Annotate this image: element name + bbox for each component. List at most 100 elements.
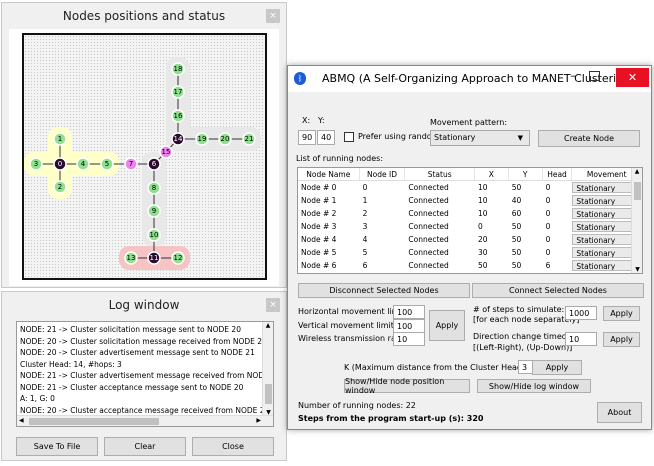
- log-vscrollbar[interactable]: ▲ ▼: [262, 322, 273, 416]
- column-header[interactable]: Node ID: [360, 168, 406, 180]
- table-row[interactable]: Node # 55Connected30500Stationary▼: [298, 246, 642, 259]
- prefer-random-label: Prefer using random: [358, 132, 440, 141]
- node-16[interactable]: 16: [171, 109, 185, 123]
- node-11[interactable]: 11: [147, 251, 161, 265]
- node-label: 12: [174, 254, 183, 262]
- connect-nodes-button[interactable]: Connect Selected Nodes: [472, 283, 644, 298]
- graph-canvas: 0123 4 5 7 689101113 12151416171819 20 21: [22, 33, 267, 280]
- node-13[interactable]: 13: [124, 251, 138, 265]
- log-titlebar: Log window ×: [2, 292, 286, 318]
- node-1[interactable]: 1: [53, 132, 67, 146]
- table-cell: 50: [511, 235, 522, 244]
- steps-input[interactable]: 1000: [565, 306, 597, 320]
- node-3[interactable]: 3: [29, 157, 43, 171]
- column-header[interactable]: Y: [509, 168, 543, 180]
- scroll-thumb[interactable]: [634, 182, 641, 200]
- vmove-label: Vertical movement limit:: [298, 321, 397, 330]
- apply-movement-button[interactable]: Apply: [429, 310, 465, 341]
- node-12[interactable]: 12: [171, 251, 185, 265]
- node-label: 21: [245, 135, 254, 143]
- maximize-icon[interactable]: [589, 71, 600, 81]
- node-label: 18: [174, 65, 183, 73]
- chevron-right-icon[interactable]: ▶: [256, 417, 261, 424]
- table-cell: 1: [362, 196, 368, 205]
- node-9[interactable]: 9: [147, 204, 161, 218]
- range-input[interactable]: 10: [393, 332, 425, 346]
- apply-k-button[interactable]: Apply: [532, 360, 582, 375]
- show-position-window-button[interactable]: Show/Hide node position window: [344, 377, 470, 395]
- table-cell: Node # 1: [301, 196, 337, 205]
- table-vscrollbar[interactable]: ▲ ▼: [631, 168, 642, 273]
- apply-steps-button[interactable]: Apply: [603, 306, 640, 321]
- close-icon[interactable]: ×: [266, 9, 280, 23]
- node-17[interactable]: 17: [171, 85, 185, 99]
- node-20[interactable]: 20: [218, 132, 232, 146]
- create-node-button[interactable]: Create Node: [538, 130, 640, 147]
- log-line: NODE: 20 -> Cluster advertisement messag…: [20, 348, 255, 357]
- scroll-thumb[interactable]: [265, 384, 272, 404]
- node-15[interactable]: 15: [159, 145, 173, 159]
- save-to-file-button[interactable]: Save To File: [16, 437, 98, 456]
- table-cell: 50: [511, 183, 522, 192]
- column-header[interactable]: Status: [405, 168, 475, 180]
- hscroll-thumb[interactable]: [29, 418, 159, 425]
- x-input[interactable]: 90: [298, 130, 316, 145]
- y-label: Y:: [318, 116, 325, 125]
- vmove-input[interactable]: 100: [393, 319, 425, 333]
- apply-direction-button[interactable]: Apply: [603, 332, 640, 347]
- node-0[interactable]: 0: [53, 157, 67, 171]
- table-row[interactable]: Node # 11Connected10400Stationary▼: [298, 194, 642, 207]
- close-icon[interactable]: ×: [266, 298, 280, 312]
- y-input[interactable]: 40: [317, 130, 335, 145]
- node-4[interactable]: 4: [76, 157, 90, 171]
- node-label: 0: [58, 160, 62, 168]
- node-21[interactable]: 21: [242, 132, 256, 146]
- chevron-up-icon[interactable]: ▲: [263, 322, 273, 329]
- table-cell: Connected: [408, 196, 449, 205]
- node-table[interactable]: Node NameNode IDStatusXYHeadMovement Pat…: [297, 167, 643, 274]
- node-6[interactable]: 6: [147, 157, 161, 171]
- clear-button[interactable]: Clear: [104, 437, 186, 456]
- prefer-random-checkbox[interactable]: [344, 132, 354, 142]
- log-line: NODE: 21 -> Cluster advertisement messag…: [20, 371, 274, 380]
- hmove-input[interactable]: 100: [393, 305, 425, 319]
- show-log-window-button[interactable]: Show/Hide log window: [477, 379, 591, 393]
- table-cell: 50: [511, 222, 522, 231]
- minimize-icon[interactable]: –: [564, 69, 582, 82]
- log-textarea[interactable]: NODE: 21 -> Cluster solicitation message…: [16, 321, 274, 427]
- close-icon[interactable]: ✕: [616, 68, 649, 87]
- close-button[interactable]: Close: [192, 437, 274, 456]
- node-10[interactable]: 10: [147, 228, 161, 242]
- node-7[interactable]: 7: [124, 157, 138, 171]
- node-19[interactable]: 19: [195, 132, 209, 146]
- log-hscrollbar[interactable]: ◀ ▶: [17, 415, 273, 426]
- about-button[interactable]: About: [597, 402, 642, 423]
- column-header[interactable]: X: [475, 168, 509, 180]
- column-header[interactable]: Head: [543, 168, 573, 180]
- chevron-left-icon[interactable]: ◀: [19, 417, 24, 424]
- node-label: 1: [58, 135, 62, 143]
- chevron-down-icon: ▼: [517, 134, 523, 142]
- node-14[interactable]: 14: [171, 132, 185, 146]
- table-row[interactable]: Node # 44Connected20500Stationary▼: [298, 233, 642, 246]
- direction-input[interactable]: 10: [565, 332, 597, 346]
- table-row[interactable]: Node # 66Connected50506Stationary▼: [298, 259, 642, 272]
- node-8[interactable]: 8: [147, 181, 161, 195]
- running-nodes-text: Number of running nodes: 22: [298, 401, 416, 410]
- table-row[interactable]: Node # 00Connected10500Stationary▼: [298, 181, 642, 194]
- table-row[interactable]: Node # 33Connected0500Stationary▼: [298, 220, 642, 233]
- table-row[interactable]: Node # 22Connected10600Stationary▼: [298, 207, 642, 220]
- table-cell: Connected: [408, 222, 449, 231]
- node-label: 20: [221, 135, 230, 143]
- node-18[interactable]: 18: [171, 62, 185, 76]
- node-5[interactable]: 5: [100, 157, 114, 171]
- chevron-down-icon[interactable]: ▼: [632, 266, 642, 273]
- movement-pattern-select[interactable]: Stationary ▼: [430, 130, 530, 146]
- table-cell: 6: [362, 261, 368, 270]
- log-line: NODE: 20 -> Cluster solicitation message…: [20, 336, 267, 346]
- table-cell: 20: [477, 235, 488, 244]
- column-header[interactable]: Node Name: [298, 168, 360, 180]
- chevron-up-icon[interactable]: ▲: [632, 168, 642, 175]
- disconnect-nodes-button[interactable]: Disconnect Selected Nodes: [298, 283, 470, 298]
- node-2[interactable]: 2: [53, 180, 67, 194]
